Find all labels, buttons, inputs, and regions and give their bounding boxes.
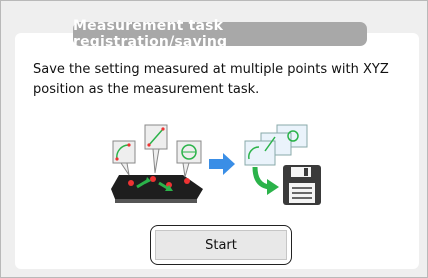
dialog-title: Measurement task registration/saving: [73, 18, 367, 50]
measurement-stage-icon: [111, 175, 203, 203]
start-button[interactable]: Start: [150, 225, 292, 265]
right-arrow-icon: [209, 153, 235, 175]
window-frame: Measurement task registration/saving Sav…: [0, 0, 428, 278]
start-button-label: Start: [155, 230, 287, 260]
measurement-callout-icon: [112, 124, 202, 178]
description-text: Save the setting measured at multiple po…: [33, 62, 389, 97]
save-arrow-icon: [252, 166, 279, 195]
measurement-task-illustration: [111, 124, 321, 205]
floppy-disk-icon: [283, 165, 321, 205]
task-documents-icon: [244, 124, 308, 166]
